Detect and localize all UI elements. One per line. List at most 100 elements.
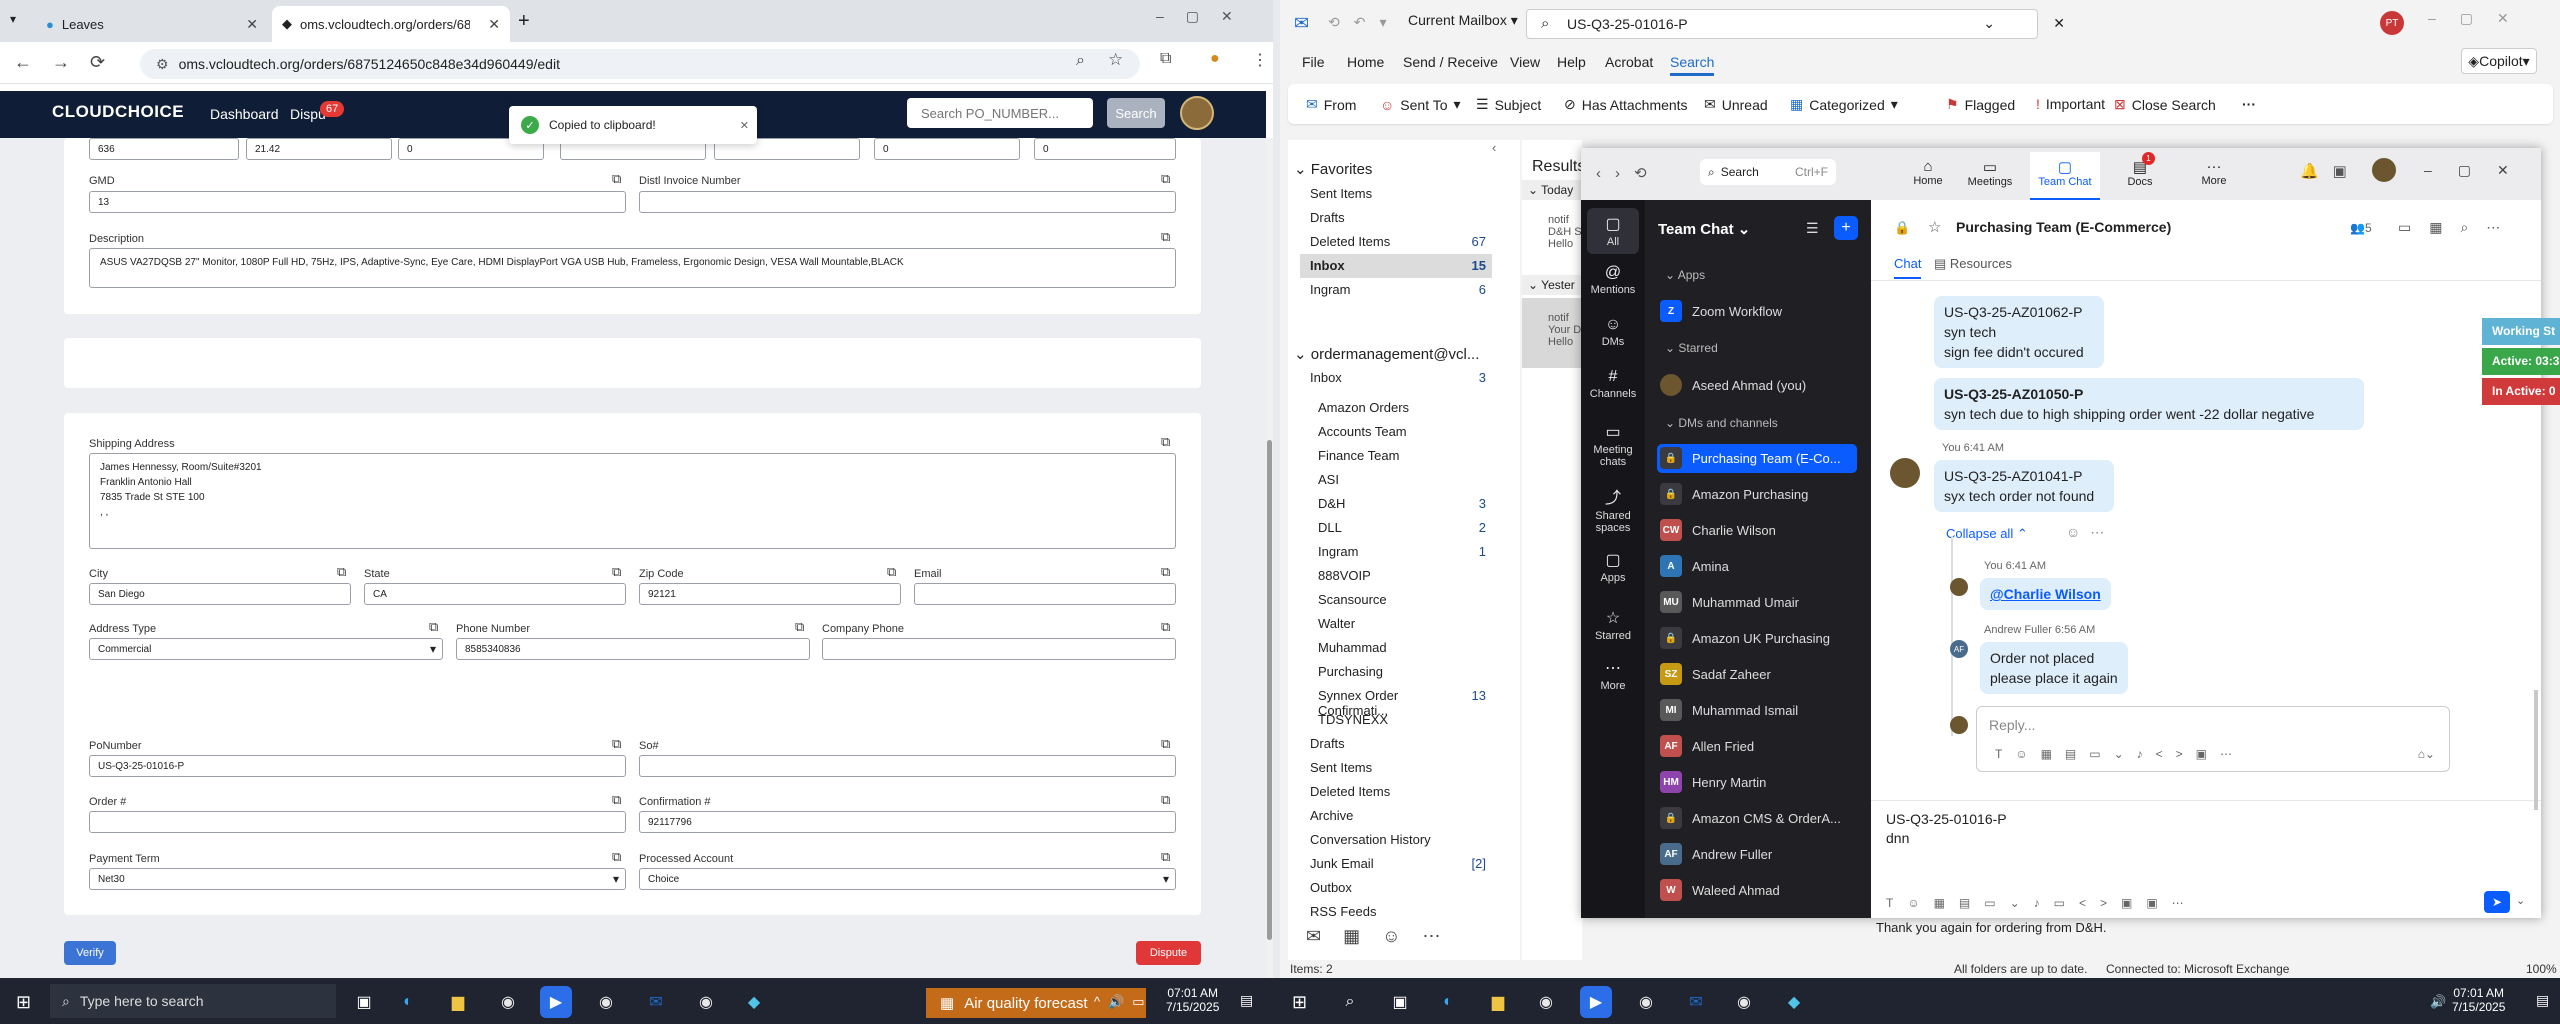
field-value[interactable]: 0	[874, 138, 1020, 160]
close-icon[interactable]: ✕	[246, 16, 258, 33]
chat-item[interactable]: SZ Sadaf Zaheer	[1660, 660, 1860, 688]
bookmark-star-icon[interactable]: ☆	[1108, 50, 1123, 70]
start-icon[interactable]: ⊞	[16, 992, 31, 1013]
notification-icon[interactable]: ▤	[1240, 992, 1253, 1009]
subfolder-item[interactable]: Accounts Team	[1318, 424, 1486, 439]
message-bubble[interactable]: US-Q3-25-AZ01041-P syx tech order not fo…	[1934, 460, 2114, 512]
ribbon-unread[interactable]: ✉ Unread	[1704, 96, 1768, 113]
subfolder-item[interactable]: DLL 2	[1318, 520, 1486, 535]
subfolder-item[interactable]: Scansource	[1318, 592, 1486, 607]
collapse-pane-icon[interactable]: ‹	[1492, 140, 1496, 155]
copy-icon[interactable]: ⧉	[337, 564, 346, 580]
rail-channels[interactable]: # Channels	[1581, 368, 1645, 400]
ribbon-more-icon[interactable]: ···	[2242, 96, 2256, 112]
so-field[interactable]	[639, 755, 1176, 777]
group-yesterday[interactable]: ⌄ Yester	[1522, 275, 1582, 295]
chrome-icon[interactable]: ◉	[690, 986, 722, 1018]
search-button[interactable]: Search	[1107, 98, 1165, 128]
outlook-icon[interactable]: ✉	[640, 986, 672, 1018]
field-value[interactable]: 0	[1034, 138, 1176, 160]
edge-icon[interactable]: ◐	[1432, 986, 1464, 1018]
subfolder-item[interactable]: Walter	[1318, 616, 1486, 631]
new-tab-icon[interactable]: +	[518, 10, 530, 33]
subfolder-item[interactable]: Amazon Orders	[1318, 400, 1486, 415]
file-explorer-icon[interactable]: ▆	[1482, 986, 1514, 1018]
subfolder-item[interactable]: TDSYNEXX	[1318, 712, 1486, 727]
close-icon[interactable]: ✕	[740, 119, 749, 132]
menu-help[interactable]: Help	[1557, 54, 1586, 70]
clock[interactable]: 07:01 AM 7/15/2025	[1166, 986, 1219, 1014]
channel-title[interactable]: Purchasing Team (E-Commerce)	[1956, 219, 2171, 235]
compose-toolbar-icons[interactable]: T☺▦▤▭⌄♪▭<>▣▣⋯	[1886, 896, 2198, 910]
po-number-field[interactable]: US-Q3-25-01016-P	[89, 755, 626, 777]
zip-field[interactable]: 92121	[639, 583, 901, 605]
copy-icon[interactable]: ⧉	[1161, 619, 1170, 635]
copy-icon[interactable]: ⧉	[612, 736, 621, 752]
chat-item[interactable]: 🔒 Purchasing Team (E-Co...	[1660, 444, 1860, 472]
zoom-avatar[interactable]	[2372, 158, 2396, 182]
processed-account-select[interactable]: Choice	[639, 868, 1176, 890]
chrome-icon[interactable]: ◉	[1530, 986, 1562, 1018]
rail-dms[interactable]: ☺ DMs	[1581, 316, 1645, 348]
message-bubble[interactable]: US-Q3-25-AZ01050-P syn tech due to high …	[1934, 378, 2364, 430]
send-options-icon[interactable]: ⌂⌄	[2418, 747, 2435, 761]
folder-item[interactable]: RSS Feeds	[1310, 904, 1486, 919]
folder-item[interactable]: Deleted Items	[1310, 784, 1486, 799]
clock[interactable]: 07:01 AM 7/15/2025	[2452, 986, 2505, 1014]
folder-item[interactable]: Conversation History	[1310, 832, 1486, 847]
folder-ingram-favorite[interactable]: Ingram 6	[1310, 282, 1486, 297]
close-icon[interactable]: ✕	[2053, 15, 2065, 32]
rail-all[interactable]: ▢ All	[1581, 214, 1645, 248]
copy-icon[interactable]: ⧉	[1161, 171, 1170, 187]
tab-chat[interactable]: Chat	[1894, 256, 1922, 279]
zoom-nav-home[interactable]: ⌂ Home	[1900, 158, 1956, 187]
extensions-icon[interactable]: ⧉	[1160, 50, 1171, 68]
reply-input[interactable]: Reply... T☺▦▤▭⌄♪<>▣⋯ ⌂⌄	[1976, 706, 2450, 772]
ribbon-close-search[interactable]: ⊠ Close Search	[2114, 96, 2216, 113]
chat-item-self[interactable]: Aseed Ahmad (you)	[1660, 371, 1860, 399]
folder-drafts[interactable]: Drafts	[1310, 210, 1486, 225]
window-controls[interactable]: –▢✕	[2428, 10, 2533, 27]
edge-icon[interactable]: ◐	[392, 986, 424, 1018]
chat-item[interactable]: 🔒 Amazon Purchasing	[1660, 480, 1860, 508]
chat-item[interactable]: 🔒 Amazon UK Purchasing	[1660, 624, 1860, 652]
tab-leaves[interactable]: ● Leaves ✕	[36, 6, 268, 42]
chrome-icon[interactable]: ◉	[1630, 986, 1662, 1018]
menu-search[interactable]: Search	[1670, 54, 1715, 76]
menu-home[interactable]: Home	[1347, 54, 1384, 70]
system-tray-icons[interactable]: 🔊	[2430, 994, 2454, 1010]
payment-term-select[interactable]: Net30	[89, 868, 626, 890]
task-view-icon[interactable]: ▣	[348, 986, 380, 1018]
chat-item[interactable]: HM Henry Martin	[1660, 768, 1860, 796]
channel-action-icons[interactable]: ▭▦⌕⋯	[2398, 219, 2518, 236]
zoom-nav-team-chat[interactable]: ▢ Team Chat	[2030, 152, 2100, 200]
taskbar-search[interactable]: ⌕ Type here to search	[50, 984, 336, 1018]
file-explorer-icon[interactable]: ▆	[442, 986, 474, 1018]
app-icon[interactable]: ◆	[1778, 986, 1810, 1018]
copy-icon[interactable]: ⧉	[795, 619, 804, 635]
state-field[interactable]: CA	[364, 583, 626, 605]
menu-file[interactable]: File	[1302, 54, 1325, 70]
copy-icon[interactable]: ⧉	[887, 564, 896, 580]
subfolder-item[interactable]: Purchasing	[1318, 664, 1486, 679]
address-type-select[interactable]: Commercial	[89, 638, 443, 660]
outlook-icon[interactable]: ✉	[1680, 986, 1712, 1018]
system-tray-icons[interactable]: ^🔊▭	[1094, 994, 1153, 1010]
zoom-search-box[interactable]: ⌕ Search Ctrl+F	[1700, 159, 1836, 185]
start-icon[interactable]: ⊞	[1292, 992, 1307, 1013]
outlook-module-icons[interactable]: ✉▦☺⋯	[1306, 926, 1462, 947]
zoom-nav-more[interactable]: ··· More	[2186, 158, 2242, 187]
mail-item-selected[interactable]: notif Your D Hello	[1522, 298, 1582, 368]
quick-access-icons[interactable]: ⟲↶▾	[1328, 14, 1401, 31]
menu-view[interactable]: View	[1510, 54, 1540, 70]
outlook-search-box[interactable]: ⌕ US-Q3-25-01016-P ⌄ ✕	[1526, 9, 2065, 39]
phone-field[interactable]: 8585340836	[456, 638, 810, 660]
window-controls[interactable]: –▢✕	[1156, 8, 1255, 25]
verify-button[interactable]: Verify	[64, 941, 116, 965]
chrome-menu-icon[interactable]: ⋮	[1252, 50, 1268, 70]
message-bubble[interactable]: US-Q3-25-AZ01062-P syn tech sign fee did…	[1934, 296, 2104, 368]
ribbon-attachments[interactable]: ⊘ Has Attachments	[1564, 96, 1688, 113]
menu-acrobat[interactable]: Acrobat	[1605, 54, 1653, 70]
gmd-field[interactable]: 13	[89, 191, 626, 213]
chrome-icon[interactable]: ◉	[492, 986, 524, 1018]
